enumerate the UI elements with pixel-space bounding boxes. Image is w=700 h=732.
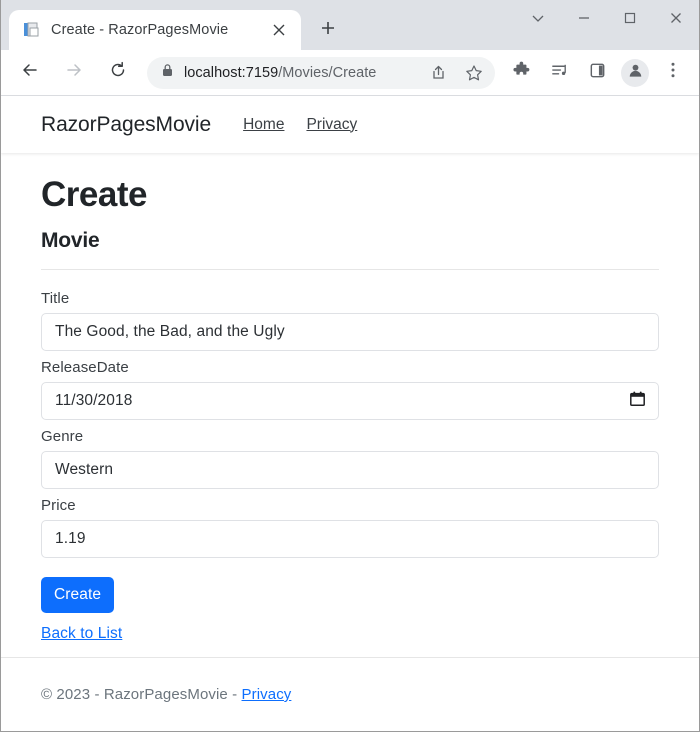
releasedate-value: 11/30/2018 <box>55 392 133 410</box>
arrow-right-icon <box>65 61 83 84</box>
title-input[interactable]: The Good, the Bad, and the Ugly <box>41 313 659 352</box>
extensions-button[interactable] <box>506 58 536 88</box>
label-price: Price <box>41 497 76 515</box>
section-divider <box>41 269 659 271</box>
side-panel-button[interactable] <box>582 58 612 88</box>
back-button[interactable] <box>14 57 46 89</box>
nav-link-home[interactable]: Home <box>243 116 284 134</box>
close-icon <box>669 11 683 30</box>
page-viewport: RazorPagesMovie Home Privacy Create Movi… <box>1 96 699 731</box>
page-document-icon <box>23 21 41 39</box>
star-icon[interactable] <box>461 60 487 86</box>
page-title: Create <box>41 175 147 214</box>
browser-toolbar: localhost:7159/Movies/Create <box>1 50 699 96</box>
form-group-genre: Genre Western <box>41 428 659 490</box>
new-tab-button[interactable] <box>311 13 345 47</box>
side-panel-icon <box>588 61 607 85</box>
form-group-title: Title The Good, the Bad, and the Ugly <box>41 290 659 352</box>
label-title: Title <box>41 290 70 308</box>
browser-window: Create - RazorPagesMovie localhost:7159/… <box>0 0 700 732</box>
media-playlist-icon <box>550 61 569 85</box>
url-host: localhost:7159 <box>184 64 279 81</box>
media-control-button[interactable] <box>544 58 574 88</box>
page-subtitle: Movie <box>41 229 100 253</box>
browser-tab-active[interactable]: Create - RazorPagesMovie <box>9 10 301 50</box>
form-group-price: Price 1.19 <box>41 497 659 559</box>
arrow-left-icon <box>21 61 39 84</box>
url-path: /Movies/Create <box>278 64 377 81</box>
browser-menu-button[interactable] <box>658 58 688 88</box>
puzzle-icon <box>512 61 531 85</box>
back-to-list-wrapper: Back to List <box>41 625 659 643</box>
chevron-down-icon <box>531 11 545 30</box>
tab-search-button[interactable] <box>515 0 561 40</box>
site-navbar: RazorPagesMovie Home Privacy <box>1 96 699 153</box>
maximize-button[interactable] <box>607 0 653 40</box>
price-input[interactable]: 1.19 <box>41 520 659 559</box>
label-genre: Genre <box>41 428 84 446</box>
footer-privacy-link[interactable]: Privacy <box>242 686 292 703</box>
site-footer: © 2023 - RazorPagesMovie - Privacy <box>1 657 699 731</box>
forward-button[interactable] <box>58 57 90 89</box>
close-icon[interactable] <box>267 18 291 42</box>
plus-icon <box>321 21 335 40</box>
tab-title: Create - RazorPagesMovie <box>51 22 229 38</box>
profile-button[interactable] <box>621 58 649 87</box>
close-window-button[interactable] <box>653 0 699 40</box>
maximize-icon <box>623 11 637 30</box>
site-brand[interactable]: RazorPagesMovie <box>41 113 211 137</box>
minimize-icon <box>577 11 591 30</box>
minimize-button[interactable] <box>561 0 607 40</box>
create-button[interactable]: Create <box>41 577 115 614</box>
person-avatar-icon <box>627 62 644 84</box>
page-content: Create Movie Title The Good, the Bad, an… <box>1 153 699 643</box>
reload-icon <box>109 61 127 84</box>
lock-icon[interactable] <box>161 63 174 83</box>
url-text: localhost:7159/Movies/Create <box>184 65 415 81</box>
nav-link-privacy[interactable]: Privacy <box>306 116 357 134</box>
label-releasedate: ReleaseDate <box>41 359 129 377</box>
window-controls <box>515 0 699 40</box>
calendar-icon[interactable] <box>630 391 645 412</box>
tab-strip: Create - RazorPagesMovie <box>1 0 699 50</box>
footer-copyright: © 2023 - RazorPagesMovie - <box>41 686 242 703</box>
genre-input[interactable]: Western <box>41 451 659 490</box>
three-dot-menu-icon <box>665 61 681 84</box>
back-to-list-link[interactable]: Back to List <box>41 625 122 643</box>
movie-create-form: Title The Good, the Bad, and the Ugly Re… <box>41 290 659 643</box>
address-bar[interactable]: localhost:7159/Movies/Create <box>147 56 495 89</box>
releasedate-input[interactable]: 11/30/2018 <box>41 382 659 421</box>
reload-button[interactable] <box>102 57 134 89</box>
form-group-releasedate: ReleaseDate 11/30/2018 <box>41 359 659 421</box>
share-icon[interactable] <box>425 60 451 86</box>
